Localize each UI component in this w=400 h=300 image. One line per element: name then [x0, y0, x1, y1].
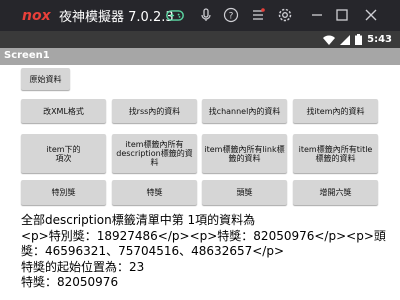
item-title-button-label: item標籤內所有title標籤的資料	[298, 144, 373, 163]
first-prize-button[interactable]: 頭獎	[202, 180, 287, 205]
xml-format-button-label: 改XML格式	[43, 106, 84, 116]
close-icon[interactable]	[362, 6, 380, 24]
special-prize-button[interactable]: 特別獎	[21, 180, 106, 205]
original-data-button-label: 原始資料	[29, 74, 62, 84]
nox-logo: nox	[22, 8, 52, 24]
app-title: Screen1	[4, 50, 50, 61]
gamepad-icon[interactable]	[164, 6, 186, 24]
item-description-button[interactable]: item標籤內所有description標籤的資料	[112, 134, 197, 173]
item-index-button[interactable]: item下的項次	[21, 134, 106, 173]
result-line: <p>特別獎：18927486</p><p>特獎：82050976</p><p>…	[21, 228, 386, 243]
help-icon[interactable]: ?	[222, 6, 240, 24]
status-icons: 5:43	[323, 32, 392, 47]
battery-icon	[355, 34, 363, 45]
item-link-button[interactable]: item標籤內所有link標籤的資料	[202, 134, 287, 173]
mic-icon[interactable]	[197, 6, 215, 24]
maximize-icon[interactable]	[333, 6, 351, 24]
result-line: 獎：46596321、75704516、48632657</p>	[21, 244, 285, 258]
app-action-bar: Screen1	[0, 48, 400, 65]
find-item-button[interactable]: 找item內的資料	[293, 99, 378, 123]
wifi-icon	[323, 35, 336, 45]
additional-sixth-prize-button[interactable]: 增開六獎	[293, 180, 378, 205]
status-time: 5:43	[367, 34, 392, 45]
find-channel-button-label: 找channel內的資料	[208, 106, 281, 116]
find-rss-button-label: 找rss內的資料	[128, 106, 181, 116]
emulator-title-bar: nox 夜神模擬器 7.0.2.3 ?	[0, 0, 400, 31]
emulator-title: 夜神模擬器 7.0.2.3	[59, 10, 174, 25]
additional-sixth-prize-button-label: 增開六獎	[319, 188, 352, 197]
first-prize-button-label: 頭獎	[236, 188, 253, 197]
item-title-button[interactable]: item標籤內所有title標籤的資料	[293, 134, 378, 173]
android-status-bar: 5:43	[0, 31, 400, 48]
grand-prize-button[interactable]: 特獎	[112, 180, 197, 205]
find-channel-button[interactable]: 找channel內的資料	[202, 99, 287, 123]
find-item-button-label: 找item內的資料	[306, 106, 365, 116]
item-link-button-label: item標籤內所有link標籤的資料	[204, 144, 285, 163]
result-line: 全部description標籤清單中第 1項的資料為	[21, 213, 256, 227]
xml-format-button[interactable]: 改XML格式	[21, 99, 106, 123]
signal-icon	[340, 34, 351, 45]
screen-content: 原始資料 改XML格式 找rss內的資料 找channel內的資料 找item內…	[0, 65, 400, 300]
settings-icon[interactable]	[276, 6, 294, 24]
original-data-button[interactable]: 原始資料	[21, 68, 70, 90]
nox-logo-text: nox	[22, 8, 52, 24]
item-index-button-label: item下的項次	[46, 144, 81, 163]
svg-text:?: ?	[229, 12, 234, 22]
result-line: 特獎的起始位置為：23	[21, 259, 145, 274]
minimize-icon[interactable]	[308, 6, 326, 24]
result-line: 特獎：82050976	[21, 275, 119, 289]
menu-icon[interactable]	[249, 6, 267, 24]
grand-prize-button-label: 特獎	[146, 188, 163, 197]
special-prize-button-label: 特別獎	[51, 188, 76, 197]
item-description-button-label: item標籤內所有description標籤的資料	[116, 140, 193, 167]
result-text: 全部description標籤清單中第 1項的資料為 <p>特別獎：189274…	[21, 213, 393, 291]
find-rss-button[interactable]: 找rss內的資料	[112, 99, 197, 123]
